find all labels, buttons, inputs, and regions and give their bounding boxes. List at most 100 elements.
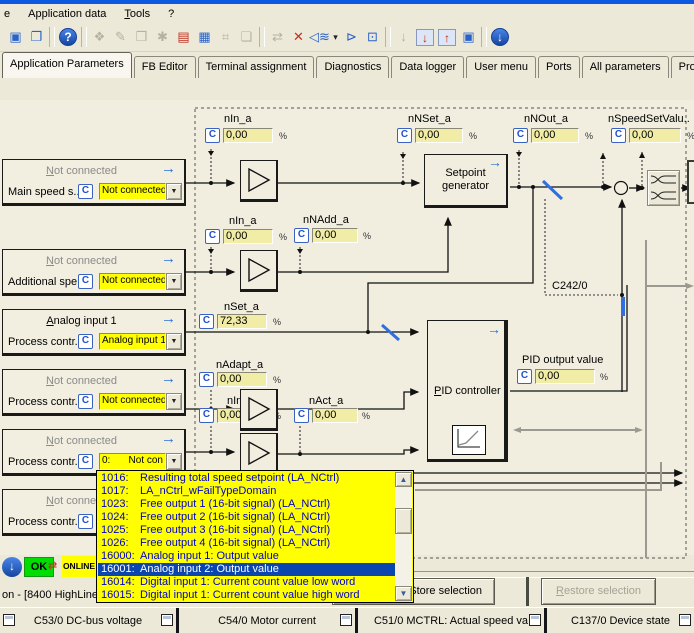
wizard-icon[interactable]: ❖ [89, 27, 110, 47]
tab[interactable]: Diagnostics [316, 56, 389, 78]
dropdown-arrow-icon[interactable]: ▼ [166, 393, 182, 410]
open-arrow-icon[interactable]: → [161, 370, 176, 387]
tab[interactable]: FB Editor [134, 56, 196, 78]
window-layout-icon[interactable]: ❐ [26, 27, 47, 47]
save-device-icon[interactable]: ▣ [458, 27, 479, 47]
list-item[interactable]: 1016: Resulting total speed setpoint (LA… [98, 472, 396, 485]
value-field[interactable]: 0,00 [223, 229, 273, 244]
select-value-text[interactable]: Not con [129, 454, 163, 469]
window-box-icon[interactable] [340, 614, 352, 626]
open-arrow-icon[interactable]: → [161, 160, 176, 177]
code-button[interactable]: C [199, 372, 214, 387]
source-link[interactable]: Analog input 1 [3, 315, 160, 327]
dropdown-arrow-icon[interactable]: ▼ [166, 333, 182, 350]
scroll-up-icon[interactable]: ▲ [395, 472, 412, 487]
tree-view-icon[interactable]: ⌗ [215, 27, 236, 47]
code-button[interactable]: C [205, 229, 220, 244]
download-disabled-icon[interactable]: ↓ [393, 27, 414, 47]
list-item[interactable]: 16015: Digital input 1: Current count va… [98, 589, 396, 602]
insert-block-icon[interactable]: ▦ [194, 27, 215, 47]
tab[interactable]: Properties [671, 56, 694, 78]
menu-help[interactable]: ? [168, 8, 174, 20]
monitor-panel[interactable]: C54/0 Motor current [176, 608, 355, 633]
list-item[interactable]: 16000: Analog input 1: Output value [98, 550, 396, 563]
value-field[interactable]: 0,00 [535, 369, 595, 384]
list-item[interactable]: 1017: LA_nCtrl_wFailTypeDomain [98, 485, 396, 498]
code-button[interactable]: C [199, 314, 214, 329]
system-properties-icon[interactable]: ▣ [5, 27, 26, 47]
gain-block[interactable] [240, 250, 278, 292]
window-box-icon[interactable] [529, 614, 541, 626]
window-box-icon[interactable] [679, 614, 691, 626]
copy-icon[interactable]: ❒ [131, 27, 152, 47]
code-button[interactable]: C [78, 334, 93, 349]
insert-function-icon[interactable]: ▤ [173, 27, 194, 47]
window-box-icon[interactable] [3, 614, 15, 626]
scrollbar[interactable]: ▲ ▼ [395, 472, 412, 601]
value-field[interactable]: 0,00 [223, 128, 273, 143]
download-device-icon[interactable]: ↓ [416, 29, 434, 46]
code-button[interactable]: C [294, 228, 309, 243]
upload-device-icon[interactable]: ↑ [438, 29, 456, 46]
code-button[interactable]: C [205, 128, 220, 143]
select-value[interactable]: Not connected [99, 183, 166, 200]
signal-source-select-open[interactable]: 0: Not con ▼ [99, 453, 182, 470]
separator[interactable] [81, 27, 87, 47]
window-box-icon[interactable] [161, 614, 173, 626]
separator[interactable] [481, 27, 487, 47]
select-value[interactable]: Not connected [99, 273, 166, 290]
transfer-icon[interactable]: ⇄ [267, 27, 288, 47]
tab[interactable]: Ports [538, 56, 580, 78]
select-value[interactable]: Analog input 1: O [99, 333, 166, 350]
code-button[interactable]: C [78, 184, 93, 199]
separator[interactable] [49, 27, 55, 47]
value-field[interactable]: 0,00 [415, 128, 463, 143]
code-button[interactable]: C [517, 369, 532, 384]
code-button[interactable]: C [199, 408, 214, 423]
monitor-panel[interactable]: C53/0 DC-bus voltage [0, 608, 176, 633]
settings-icon[interactable]: ✱ [152, 27, 173, 47]
value-field[interactable]: 0,00 [312, 228, 358, 243]
signal-source-select[interactable]: Not connected ▼ [99, 183, 182, 200]
code-button[interactable]: C [78, 394, 93, 409]
value-field[interactable]: 0,00 [217, 372, 267, 387]
watch-start-icon[interactable]: ⊳ [341, 27, 362, 47]
select-value[interactable]: Not connected [99, 393, 166, 410]
setpoint-generator-block[interactable]: → Setpoint generator [424, 154, 508, 208]
menu-tools[interactable]: Tools [124, 8, 150, 20]
dropdown-caret[interactable]: ▾ [330, 27, 341, 47]
list-item[interactable]: 1025: Free output 3 (16-bit signal) (LA_… [98, 524, 396, 537]
open-arrow-icon[interactable]: → [161, 310, 176, 327]
dropdown-arrow-icon[interactable]: ▼ [166, 453, 182, 470]
menu-file-cut[interactable]: e [4, 8, 10, 20]
source-link[interactable]: Not connected [3, 255, 160, 267]
pid-controller-block[interactable]: → PID controller [427, 320, 508, 462]
gain-block[interactable] [240, 160, 278, 202]
open-arrow-icon[interactable]: → [488, 154, 502, 170]
scrollbar-thumb[interactable] [395, 508, 412, 534]
limiter-block[interactable] [647, 170, 680, 206]
list-item[interactable]: 1023: Free output 1 (16-bit signal) (LA_… [98, 498, 396, 511]
tab[interactable]: Terminal assignment [198, 56, 315, 78]
tab[interactable]: Application Parameters [2, 52, 132, 78]
disconnect-icon[interactable]: ✕ [288, 27, 309, 47]
signal-level-icon[interactable]: ◁≋ [309, 27, 330, 47]
separator[interactable] [259, 27, 265, 47]
separator[interactable] [385, 27, 391, 47]
tab[interactable]: User menu [466, 56, 536, 78]
select-value-number[interactable]: 0: [102, 454, 110, 469]
code-button[interactable]: C [611, 128, 626, 143]
open-arrow-icon[interactable]: → [161, 430, 176, 447]
source-link[interactable]: Not connected [3, 375, 160, 387]
window-copy-icon[interactable]: ❏ [236, 27, 257, 47]
source-link[interactable]: Not connected [3, 435, 160, 447]
edit-icon[interactable]: ✎ [110, 27, 131, 47]
list-item[interactable]: 16001: Analog input 2: Output value [98, 563, 396, 576]
code-button[interactable]: C [397, 128, 412, 143]
code-button[interactable]: C [78, 274, 93, 289]
list-item[interactable]: 1024: Free output 2 (16-bit signal) (LA_… [98, 511, 396, 524]
code-button[interactable]: C [78, 514, 93, 529]
signal-source-select[interactable]: Not connected ▼ [99, 393, 182, 410]
go-online-icon[interactable]: ↓ [491, 28, 509, 46]
signal-source-select[interactable]: Analog input 1: O ▼ [99, 333, 182, 350]
